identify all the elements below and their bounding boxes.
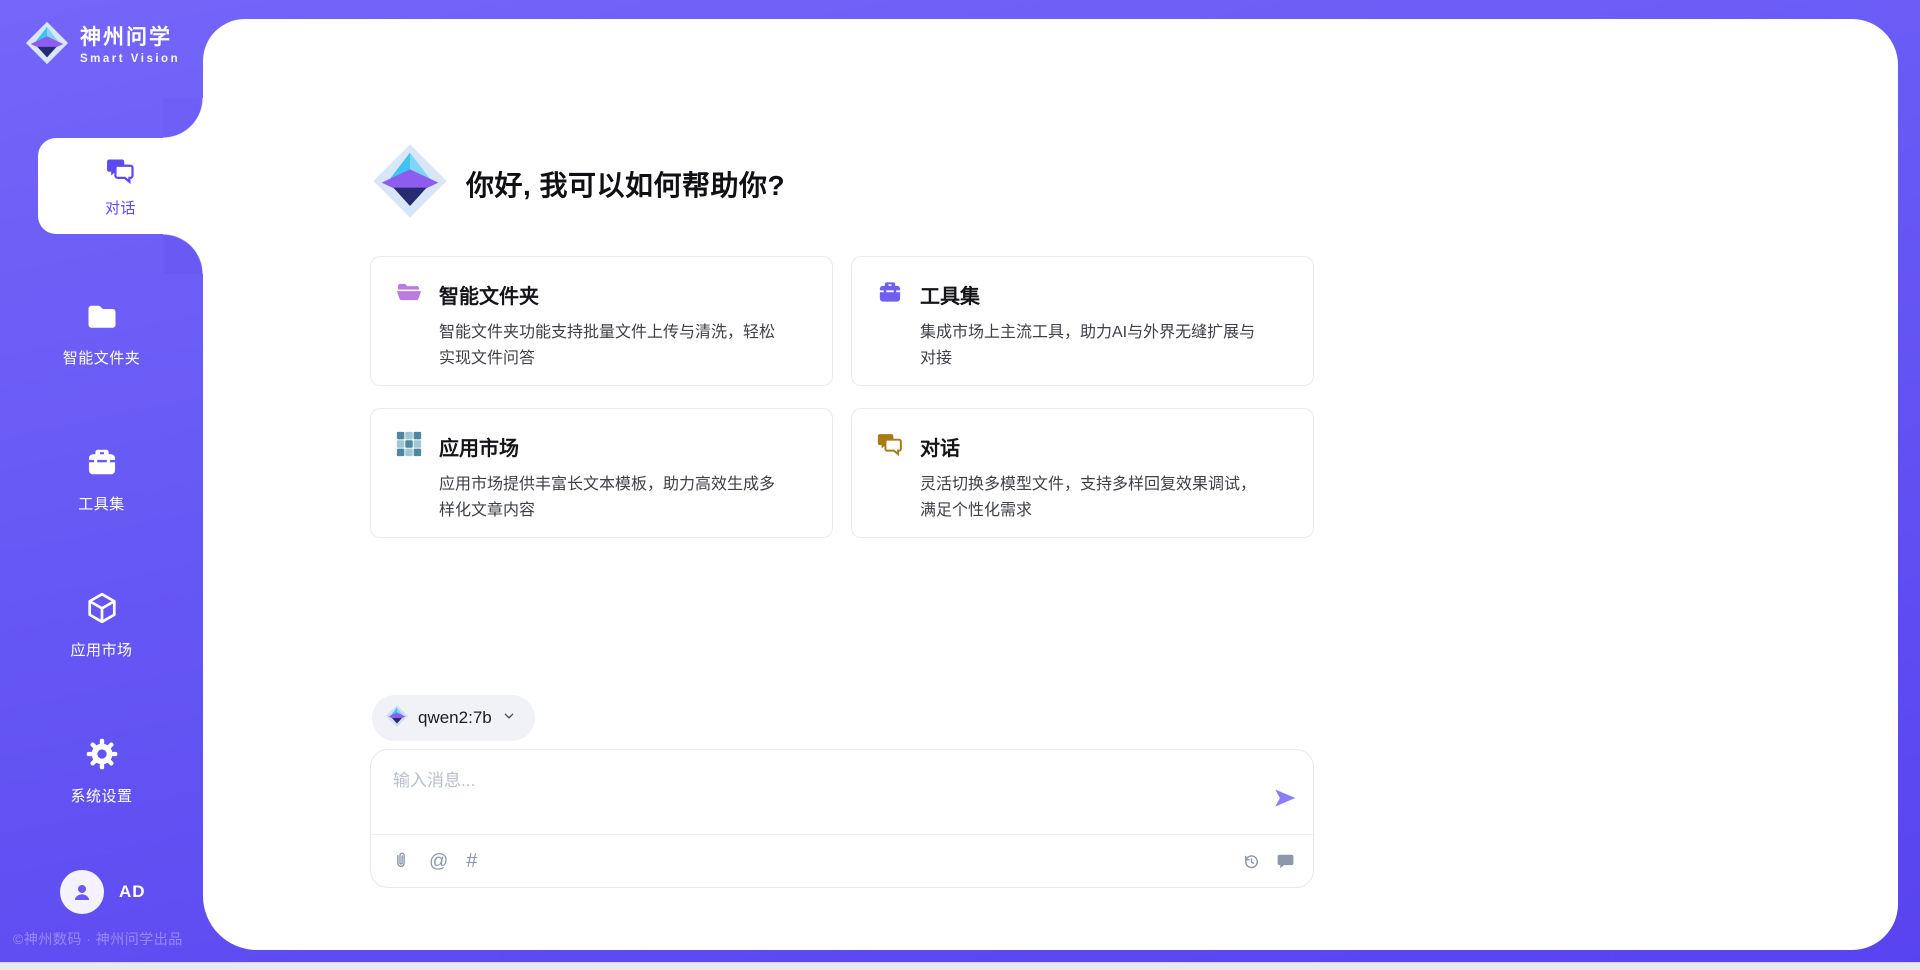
composer: @ # bbox=[370, 749, 1314, 888]
card-title: 智能文件夹 bbox=[439, 280, 539, 309]
tab-fillet-top bbox=[163, 98, 203, 138]
avatar bbox=[60, 870, 104, 914]
toolbox-icon bbox=[876, 278, 904, 311]
greeting: 你好, 我可以如何帮助你? bbox=[370, 141, 785, 226]
sidebar-item-label: 系统设置 bbox=[70, 785, 132, 806]
sidebar: 神州问学 Smart Vision 对话 智能文件夹 bbox=[0, 0, 203, 970]
history-icon bbox=[1242, 852, 1261, 871]
sidebar-item-market[interactable]: 应用市场 bbox=[0, 590, 203, 660]
user-name: AD bbox=[119, 882, 146, 902]
folder-open-icon bbox=[395, 278, 423, 311]
card-toolkit[interactable]: 工具集 集成市场上主流工具，助力AI与外界无缝扩展与对接 bbox=[851, 256, 1314, 386]
chat-bubble-icon bbox=[1276, 852, 1295, 871]
chevron-down-icon bbox=[501, 708, 517, 729]
composer-toolbar: @ # bbox=[391, 835, 1295, 887]
paperclip-icon bbox=[391, 851, 411, 871]
card-description: 应用市场提供丰富长文本模板，助力高效生成多样化文章内容 bbox=[439, 472, 787, 524]
greeting-title: 你好, 我可以如何帮助你? bbox=[466, 164, 785, 204]
card-description: 集成市场上主流工具，助力AI与外界无缝扩展与对接 bbox=[920, 320, 1268, 372]
card-description: 灵活切换多模型文件，支持多样回复效果调试，满足个性化需求 bbox=[920, 472, 1268, 524]
hashtag-button[interactable]: # bbox=[466, 851, 477, 871]
chat-bubbles-icon bbox=[105, 155, 136, 191]
chat-bubbles-icon bbox=[876, 430, 904, 463]
card-title: 应用市场 bbox=[439, 432, 519, 461]
sidebar-item-settings[interactable]: 系统设置 bbox=[0, 736, 203, 806]
brand-name: 神州问学 bbox=[80, 26, 180, 49]
mention-button[interactable]: @ bbox=[429, 852, 448, 871]
tab-fillet-bottom bbox=[163, 234, 203, 274]
greeting-diamond-icon bbox=[370, 141, 450, 226]
main-content: 你好, 我可以如何帮助你? 智能文件夹 智能文件夹功能支持批量文件上传与清洗，轻… bbox=[370, 0, 1314, 970]
sidebar-item-tools[interactable]: 工具集 bbox=[0, 444, 203, 514]
message-input[interactable] bbox=[391, 764, 1245, 828]
card-title: 工具集 bbox=[920, 280, 980, 309]
toolbox-icon bbox=[84, 444, 120, 485]
user-profile[interactable]: AD bbox=[60, 870, 146, 914]
model-selector[interactable]: qwen2:7b bbox=[372, 695, 535, 741]
card-title: 对话 bbox=[920, 432, 960, 461]
sidebar-item-label: 智能文件夹 bbox=[63, 347, 141, 368]
sidebar-item-label: 对话 bbox=[105, 197, 136, 218]
app-window: 神州问学 Smart Vision 对话 智能文件夹 bbox=[0, 0, 1920, 970]
send-button[interactable] bbox=[1272, 785, 1298, 811]
card-app-market[interactable]: 应用市场 应用市场提供丰富长文本模板，助力高效生成多样化文章内容 bbox=[370, 408, 833, 538]
sidebar-item-label: 工具集 bbox=[78, 493, 125, 514]
gear-icon bbox=[84, 736, 120, 777]
cube-icon bbox=[84, 590, 120, 631]
bottom-strip bbox=[0, 962, 1920, 970]
attach-button[interactable] bbox=[391, 851, 411, 871]
brand-logo: 神州问学 Smart Vision bbox=[24, 20, 180, 71]
brand-subtitle: Smart Vision bbox=[80, 53, 180, 65]
grid-icon bbox=[395, 430, 423, 463]
at-icon: @ bbox=[429, 852, 448, 871]
card-description: 智能文件夹功能支持批量文件上传与清洗，轻松实现文件问答 bbox=[439, 320, 787, 372]
sidebar-item-chat[interactable]: 对话 bbox=[38, 138, 203, 234]
conversations-button[interactable] bbox=[1276, 852, 1295, 871]
model-name: qwen2:7b bbox=[418, 708, 492, 728]
person-icon bbox=[69, 879, 95, 905]
brand-diamond-icon bbox=[24, 20, 70, 71]
send-icon bbox=[1272, 785, 1298, 811]
hash-icon: # bbox=[466, 851, 477, 871]
history-button[interactable] bbox=[1242, 852, 1261, 871]
card-smart-folders[interactable]: 智能文件夹 智能文件夹功能支持批量文件上传与清洗，轻松实现文件问答 bbox=[370, 256, 833, 386]
feature-cards: 智能文件夹 智能文件夹功能支持批量文件上传与清洗，轻松实现文件问答 bbox=[370, 256, 1314, 538]
model-diamond-icon bbox=[385, 704, 409, 733]
sidebar-footer: ©神州数码 · 神州问学出品 bbox=[13, 929, 183, 949]
sidebar-item-label: 应用市场 bbox=[70, 639, 132, 660]
folder-icon bbox=[84, 298, 120, 339]
card-chat[interactable]: 对话 灵活切换多模型文件，支持多样回复效果调试，满足个性化需求 bbox=[851, 408, 1314, 538]
sidebar-item-folders[interactable]: 智能文件夹 bbox=[0, 298, 203, 368]
